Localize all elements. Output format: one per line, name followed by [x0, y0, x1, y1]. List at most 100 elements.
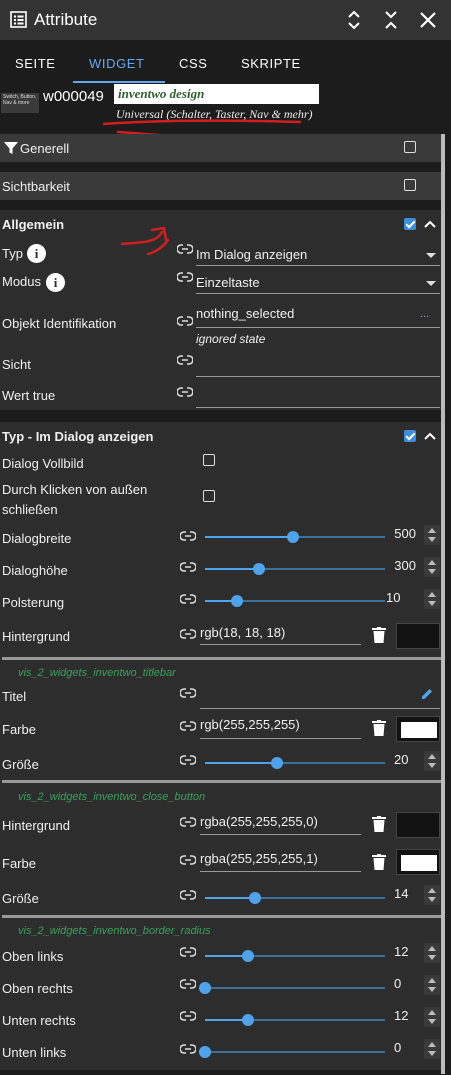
link-icon[interactable] [180, 721, 196, 731]
oben-links-value[interactable]: 12 [394, 944, 418, 959]
cb-hintergrund-color-swatch[interactable] [396, 812, 440, 838]
cb-farbe-input[interactable]: rgba(255,255,255,1) [200, 851, 318, 866]
scrollbar[interactable] [441, 134, 445, 1074]
section-checkbox[interactable] [404, 218, 416, 230]
dialoghoehe-value[interactable]: 300 [386, 558, 416, 573]
typ-underline [196, 265, 440, 266]
tb-groesse-slider[interactable] [205, 756, 385, 770]
section-header[interactable]: Allgemein [0, 210, 441, 238]
section-generell[interactable]: Generell [0, 134, 441, 162]
trash-icon[interactable] [372, 627, 386, 643]
link-icon[interactable] [180, 855, 196, 865]
polsterung-stepper[interactable] [424, 589, 440, 609]
section-checkbox[interactable] [404, 179, 416, 191]
link-icon[interactable] [177, 244, 193, 254]
tb-groesse-value[interactable]: 20 [394, 752, 418, 767]
slider-knob[interactable] [253, 563, 265, 575]
hintergrund-input[interactable]: rgb(18, 18, 18) [200, 625, 285, 640]
tb-groesse-stepper[interactable] [424, 751, 440, 771]
polsterung-slider[interactable] [205, 594, 385, 608]
close-outside-checkbox[interactable] [203, 490, 215, 502]
unten-rechts-stepper[interactable] [424, 1007, 440, 1027]
chevron-up-icon[interactable] [423, 429, 437, 443]
link-icon[interactable] [180, 755, 196, 765]
info-icon[interactable]: i [27, 244, 46, 263]
tab-seite[interactable]: SEITE [15, 56, 56, 71]
cb-hintergrund-input[interactable]: rgba(255,255,255,0) [200, 814, 318, 829]
polsterung-value[interactable]: 10 [386, 590, 410, 605]
tab-skripte[interactable]: SKRIPTE [241, 56, 301, 71]
link-icon[interactable] [180, 594, 196, 604]
modus-select[interactable]: Einzeltaste [196, 275, 260, 290]
active-tab-indicator [73, 81, 165, 83]
hintergrund-color-swatch[interactable] [396, 623, 440, 649]
close-icon[interactable] [416, 8, 440, 32]
tab-css[interactable]: CSS [179, 56, 208, 71]
oben-rechts-slider[interactable] [199, 981, 385, 995]
slider-knob[interactable] [199, 1046, 211, 1058]
dialoghoehe-stepper[interactable] [424, 557, 440, 577]
slider-knob[interactable] [242, 950, 254, 962]
trash-icon[interactable] [372, 854, 386, 870]
info-icon[interactable]: i [46, 273, 65, 292]
oben-rechts-value[interactable]: 0 [394, 976, 418, 991]
trash-icon[interactable] [372, 816, 386, 832]
collapse-icon[interactable] [379, 8, 403, 32]
slider-fill [205, 762, 277, 764]
oid-input[interactable]: nothing_selected [196, 306, 294, 321]
section-checkbox[interactable] [404, 430, 416, 442]
chevron-up-icon[interactable] [423, 217, 437, 231]
link-icon[interactable] [180, 531, 196, 541]
pencil-icon[interactable] [420, 687, 434, 701]
link-icon[interactable] [180, 890, 196, 900]
oid-select-button[interactable]: ... [420, 308, 429, 320]
sicht-input[interactable] [196, 376, 440, 377]
unten-rechts-slider[interactable] [205, 1013, 385, 1027]
cb-groesse-slider[interactable] [205, 891, 385, 905]
slider-knob[interactable] [242, 1014, 254, 1026]
link-icon[interactable] [180, 947, 196, 957]
link-icon[interactable] [180, 817, 196, 827]
tab-widget[interactable]: WIDGET [89, 56, 145, 71]
dialoghoehe-slider[interactable] [205, 562, 385, 576]
link-icon[interactable] [177, 355, 193, 365]
slider-knob[interactable] [287, 531, 299, 543]
slider-knob[interactable] [231, 595, 243, 607]
trash-icon[interactable] [372, 720, 386, 736]
slider-knob[interactable] [271, 757, 283, 769]
typ-select[interactable]: Im Dialog anzeigen [196, 247, 307, 262]
oben-rechts-stepper[interactable] [424, 975, 440, 995]
link-icon[interactable] [180, 629, 196, 639]
cb-groesse-stepper[interactable] [424, 885, 440, 905]
slider-knob[interactable] [249, 892, 261, 904]
section-checkbox[interactable] [404, 141, 416, 153]
cb-groesse-value[interactable]: 14 [394, 886, 418, 901]
unten-links-slider[interactable] [199, 1045, 385, 1059]
link-icon[interactable] [180, 688, 196, 698]
oben-links-stepper[interactable] [424, 943, 440, 963]
tb-farbe-color-swatch[interactable] [396, 716, 440, 742]
cb-farbe-color-swatch[interactable] [396, 849, 440, 875]
wert-true-input[interactable] [196, 407, 440, 408]
unten-links-value[interactable]: 0 [394, 1040, 418, 1055]
slider-knob[interactable] [199, 982, 211, 994]
oben-links-slider[interactable] [205, 949, 385, 963]
link-icon[interactable] [180, 1011, 196, 1021]
unten-rechts-value[interactable]: 12 [394, 1008, 418, 1023]
link-icon[interactable] [180, 562, 196, 572]
link-icon[interactable] [180, 979, 196, 989]
section-header[interactable]: Typ - Im Dialog anzeigen [0, 422, 441, 450]
dialoghoehe-label: Dialoghöhe [2, 563, 68, 578]
dialogbreite-value[interactable]: 500 [386, 526, 416, 541]
link-icon[interactable] [180, 1044, 196, 1054]
unten-links-stepper[interactable] [424, 1039, 440, 1059]
link-icon[interactable] [177, 387, 193, 397]
section-sichtbarkeit[interactable]: Sichtbarkeit [0, 172, 441, 200]
dialogbreite-stepper[interactable] [424, 525, 440, 545]
dialog-vollbild-checkbox[interactable] [203, 454, 215, 466]
tb-farbe-input[interactable]: rgb(255,255,255) [200, 717, 300, 732]
link-icon[interactable] [177, 272, 193, 282]
expand-icon[interactable] [342, 8, 366, 32]
link-icon[interactable] [177, 316, 193, 326]
dialogbreite-slider[interactable] [205, 530, 385, 544]
